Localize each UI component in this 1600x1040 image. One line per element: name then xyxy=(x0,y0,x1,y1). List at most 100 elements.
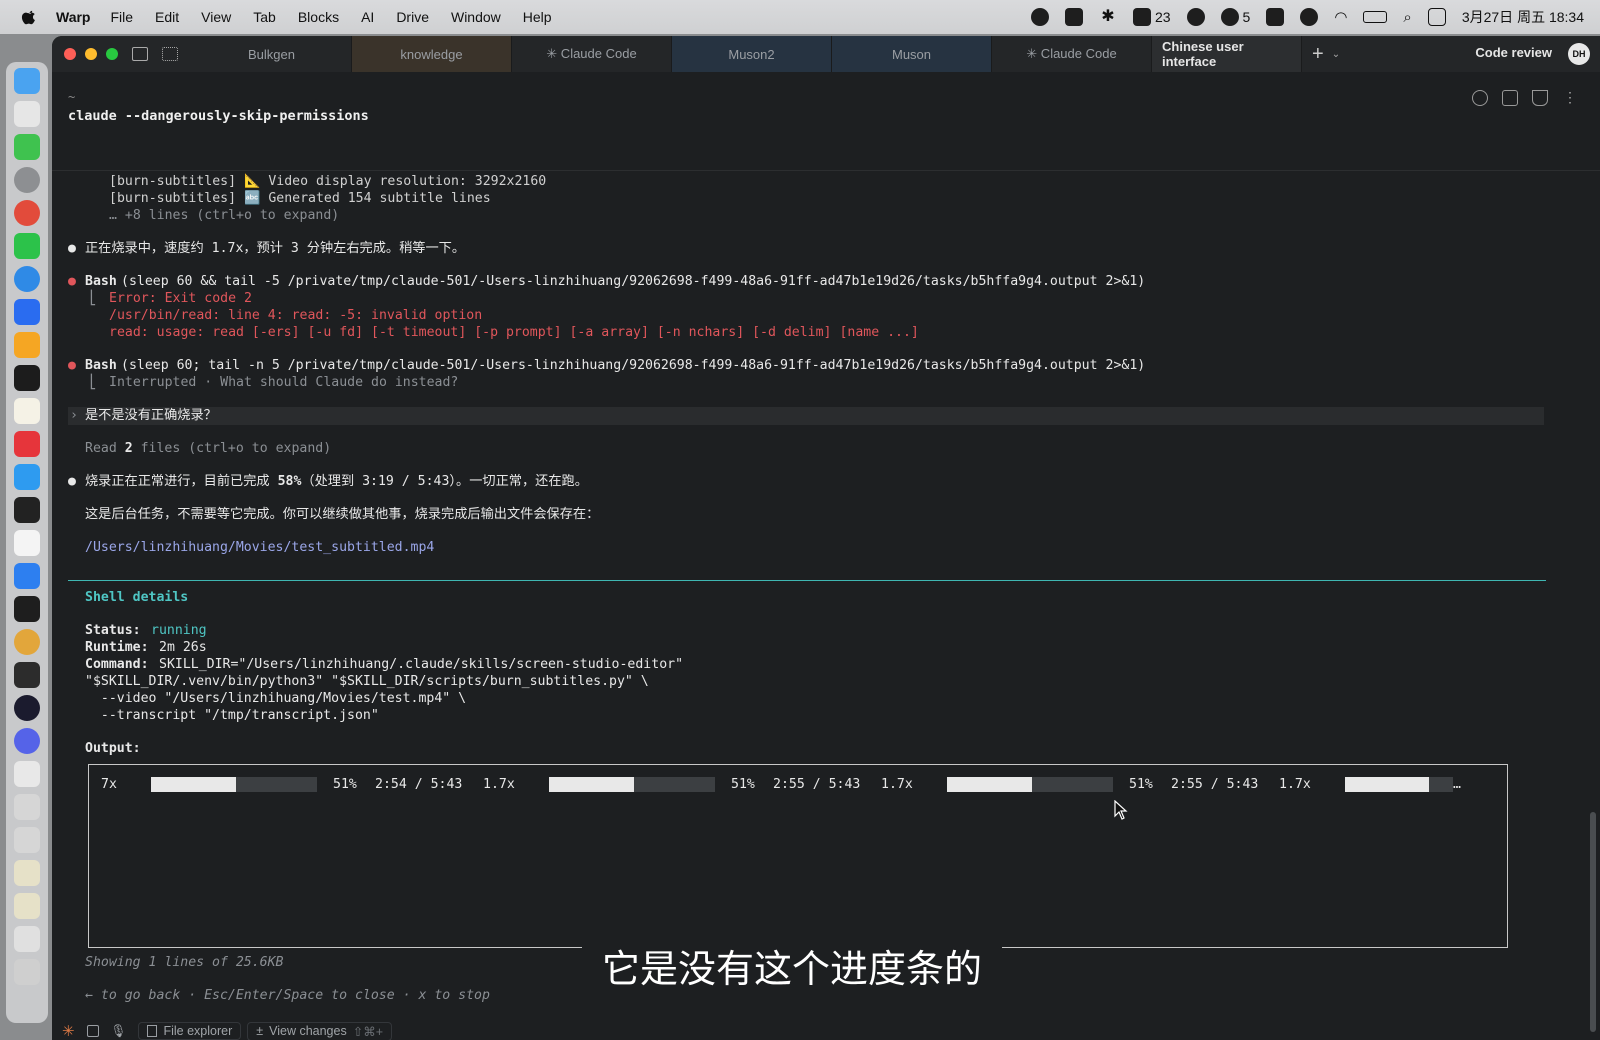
attach-icon[interactable] xyxy=(1472,90,1488,106)
keyboard-hint: ← to go back · Esc/Enter/Space to close … xyxy=(85,988,490,1003)
spotlight-search-icon[interactable]: ⌕ xyxy=(1403,9,1411,26)
wechat-status[interactable]: 5 xyxy=(1220,8,1251,26)
wechat-dock-icon[interactable] xyxy=(14,233,40,259)
command-line: "$SKILL_DIR/.venv/bin/python3" "$SKILL_D… xyxy=(85,674,649,689)
sidebar-toggle-icon[interactable] xyxy=(132,47,148,61)
feishu-status[interactable]: 23 xyxy=(1132,8,1171,26)
doc-thumb-icon[interactable] xyxy=(14,893,40,919)
terminal-icon[interactable] xyxy=(14,365,40,391)
tab-claude-code-2[interactable]: ✳ Claude Code xyxy=(992,36,1152,72)
tool-args: (sleep 60; tail -n 5 /private/tmp/claude… xyxy=(121,358,1146,373)
menu-help[interactable]: Help xyxy=(523,9,552,25)
messages-icon[interactable] xyxy=(14,134,40,160)
record-icon[interactable] xyxy=(1030,8,1049,26)
view-changes-button[interactable]: ± View changes ⇧⌘+ xyxy=(247,1021,392,1040)
mouse-cursor-icon xyxy=(1114,800,1128,820)
safari-icon[interactable] xyxy=(14,266,40,292)
command-line: --video "/Users/linzhihuang/Movies/test.… xyxy=(85,691,467,706)
settings-icon[interactable] xyxy=(14,167,40,193)
doc-thumb-icon[interactable] xyxy=(14,926,40,952)
error-line: /usr/bin/read: line 4: read: -5: invalid… xyxy=(109,308,483,323)
doc-thumb-icon[interactable] xyxy=(14,860,40,886)
more-options-icon[interactable]: ⋮ xyxy=(1562,90,1578,106)
expand-hint[interactable]: … +8 lines (ctrl+o to expand) xyxy=(109,207,339,224)
screen-studio-icon[interactable] xyxy=(14,662,40,688)
file-explorer-button[interactable]: File explorer xyxy=(138,1022,242,1040)
warp-window: Bulkgen knowledge ✳ Claude Code Muson2 M… xyxy=(52,36,1600,1040)
tab-knowledge[interactable]: knowledge xyxy=(352,36,512,72)
close-window-button[interactable] xyxy=(64,48,76,60)
menu-window[interactable]: Window xyxy=(451,9,501,25)
discord-icon[interactable] xyxy=(14,728,40,754)
shell-output-box[interactable]: 7x 51% 2:54 / 5:43 1.7x 51% 2:55 / 5:43 … xyxy=(88,764,1508,948)
download-icon[interactable] xyxy=(1502,90,1518,106)
output-path-link[interactable]: /Users/linzhihuang/Movies/test_subtitled… xyxy=(85,539,434,556)
menu-file[interactable]: File xyxy=(110,9,133,25)
menu-view[interactable]: View xyxy=(201,9,231,25)
menu-drive[interactable]: Drive xyxy=(396,9,429,25)
code-review-button[interactable]: Code review xyxy=(1475,45,1552,60)
chevron-down-icon[interactable]: ⌄ xyxy=(1332,49,1340,60)
grid-view-icon[interactable] xyxy=(162,47,178,61)
trash-icon[interactable] xyxy=(14,959,40,985)
microphone-icon[interactable]: 🎙 xyxy=(111,1024,127,1039)
menu-tab[interactable]: Tab xyxy=(253,9,276,25)
launchpad-icon[interactable] xyxy=(14,101,40,127)
wps-dock-icon[interactable] xyxy=(14,431,40,457)
cloud-icon[interactable] xyxy=(14,563,40,589)
avatar[interactable]: DH xyxy=(1568,43,1590,65)
menu-edit[interactable]: Edit xyxy=(155,9,179,25)
tab-muson[interactable]: Muson xyxy=(832,36,992,72)
menu-blocks[interactable]: Blocks xyxy=(298,9,339,25)
apple-icon[interactable] xyxy=(20,8,38,26)
zoom-window-button[interactable] xyxy=(106,48,118,60)
tab-muson2[interactable]: Muson2 xyxy=(672,36,832,72)
terminal-pane[interactable]: ~ claude --dangerously-skip-permissions … xyxy=(52,72,1600,1040)
typora-icon[interactable] xyxy=(14,530,40,556)
minimize-window-button[interactable] xyxy=(85,48,97,60)
chrome-dev-icon[interactable] xyxy=(14,629,40,655)
wifi-icon[interactable]: ◠ xyxy=(1334,8,1347,26)
control-center-icon[interactable] xyxy=(1427,8,1446,26)
read-files-prefix: Read xyxy=(85,441,125,456)
status-label: Status: xyxy=(85,623,141,638)
menu-ai[interactable]: AI xyxy=(361,9,374,25)
bolt-icon[interactable] xyxy=(14,332,40,358)
doc-thumb-icon[interactable] xyxy=(14,794,40,820)
tab-bulkgen[interactable]: Bulkgen xyxy=(192,36,352,72)
claude-sparkle-icon[interactable]: ✳ xyxy=(62,1022,75,1040)
tool-args: (sleep 60 && tail -5 /private/tmp/claude… xyxy=(121,274,1146,289)
shell-details-title: Shell details xyxy=(85,590,189,605)
scrollbar[interactable] xyxy=(1590,812,1596,1032)
lark-icon[interactable] xyxy=(14,299,40,325)
read-files-summary[interactable]: Read 2 files (ctrl+o to expand) xyxy=(85,440,331,457)
qq-icon[interactable] xyxy=(14,464,40,490)
battery-icon[interactable] xyxy=(1363,11,1388,23)
video-subtitle-overlay: 它是没有这个进度条的 xyxy=(582,942,1002,996)
progress-percent: 58% xyxy=(277,474,302,489)
circle-icon[interactable] xyxy=(1186,8,1205,26)
stats-icon[interactable] xyxy=(1266,8,1285,26)
figma-icon[interactable] xyxy=(14,596,40,622)
printer-icon[interactable] xyxy=(14,761,40,787)
music-icon[interactable] xyxy=(1300,8,1319,26)
sparkle-icon[interactable]: ✱ xyxy=(1099,8,1117,26)
tab-claude-code-1[interactable]: ✳ Claude Code xyxy=(512,36,672,72)
image-icon[interactable] xyxy=(86,1025,99,1037)
obs-icon[interactable] xyxy=(14,695,40,721)
cursor-app-icon[interactable] xyxy=(14,497,40,523)
chrome-icon[interactable] xyxy=(14,200,40,226)
filter-icon[interactable] xyxy=(1532,90,1548,106)
doc-thumb-icon[interactable] xyxy=(14,827,40,853)
wechat-badge-count: 5 xyxy=(1242,9,1251,25)
notes-icon[interactable] xyxy=(14,398,40,424)
tool-name: Bash xyxy=(85,358,117,373)
menubar-datetime[interactable]: 3月27日 周五 18:34 xyxy=(1462,7,1584,27)
menu-app-name[interactable]: Warp xyxy=(56,9,90,25)
tool-name: Bash xyxy=(85,274,117,289)
finder-icon[interactable] xyxy=(14,68,40,94)
new-tab-icon[interactable]: + xyxy=(1312,43,1324,66)
tab-chinese-user-interface[interactable]: Chinese user interface xyxy=(1152,36,1302,72)
wps-icon[interactable] xyxy=(1064,8,1083,26)
file-explorer-label: File explorer xyxy=(163,1024,233,1038)
